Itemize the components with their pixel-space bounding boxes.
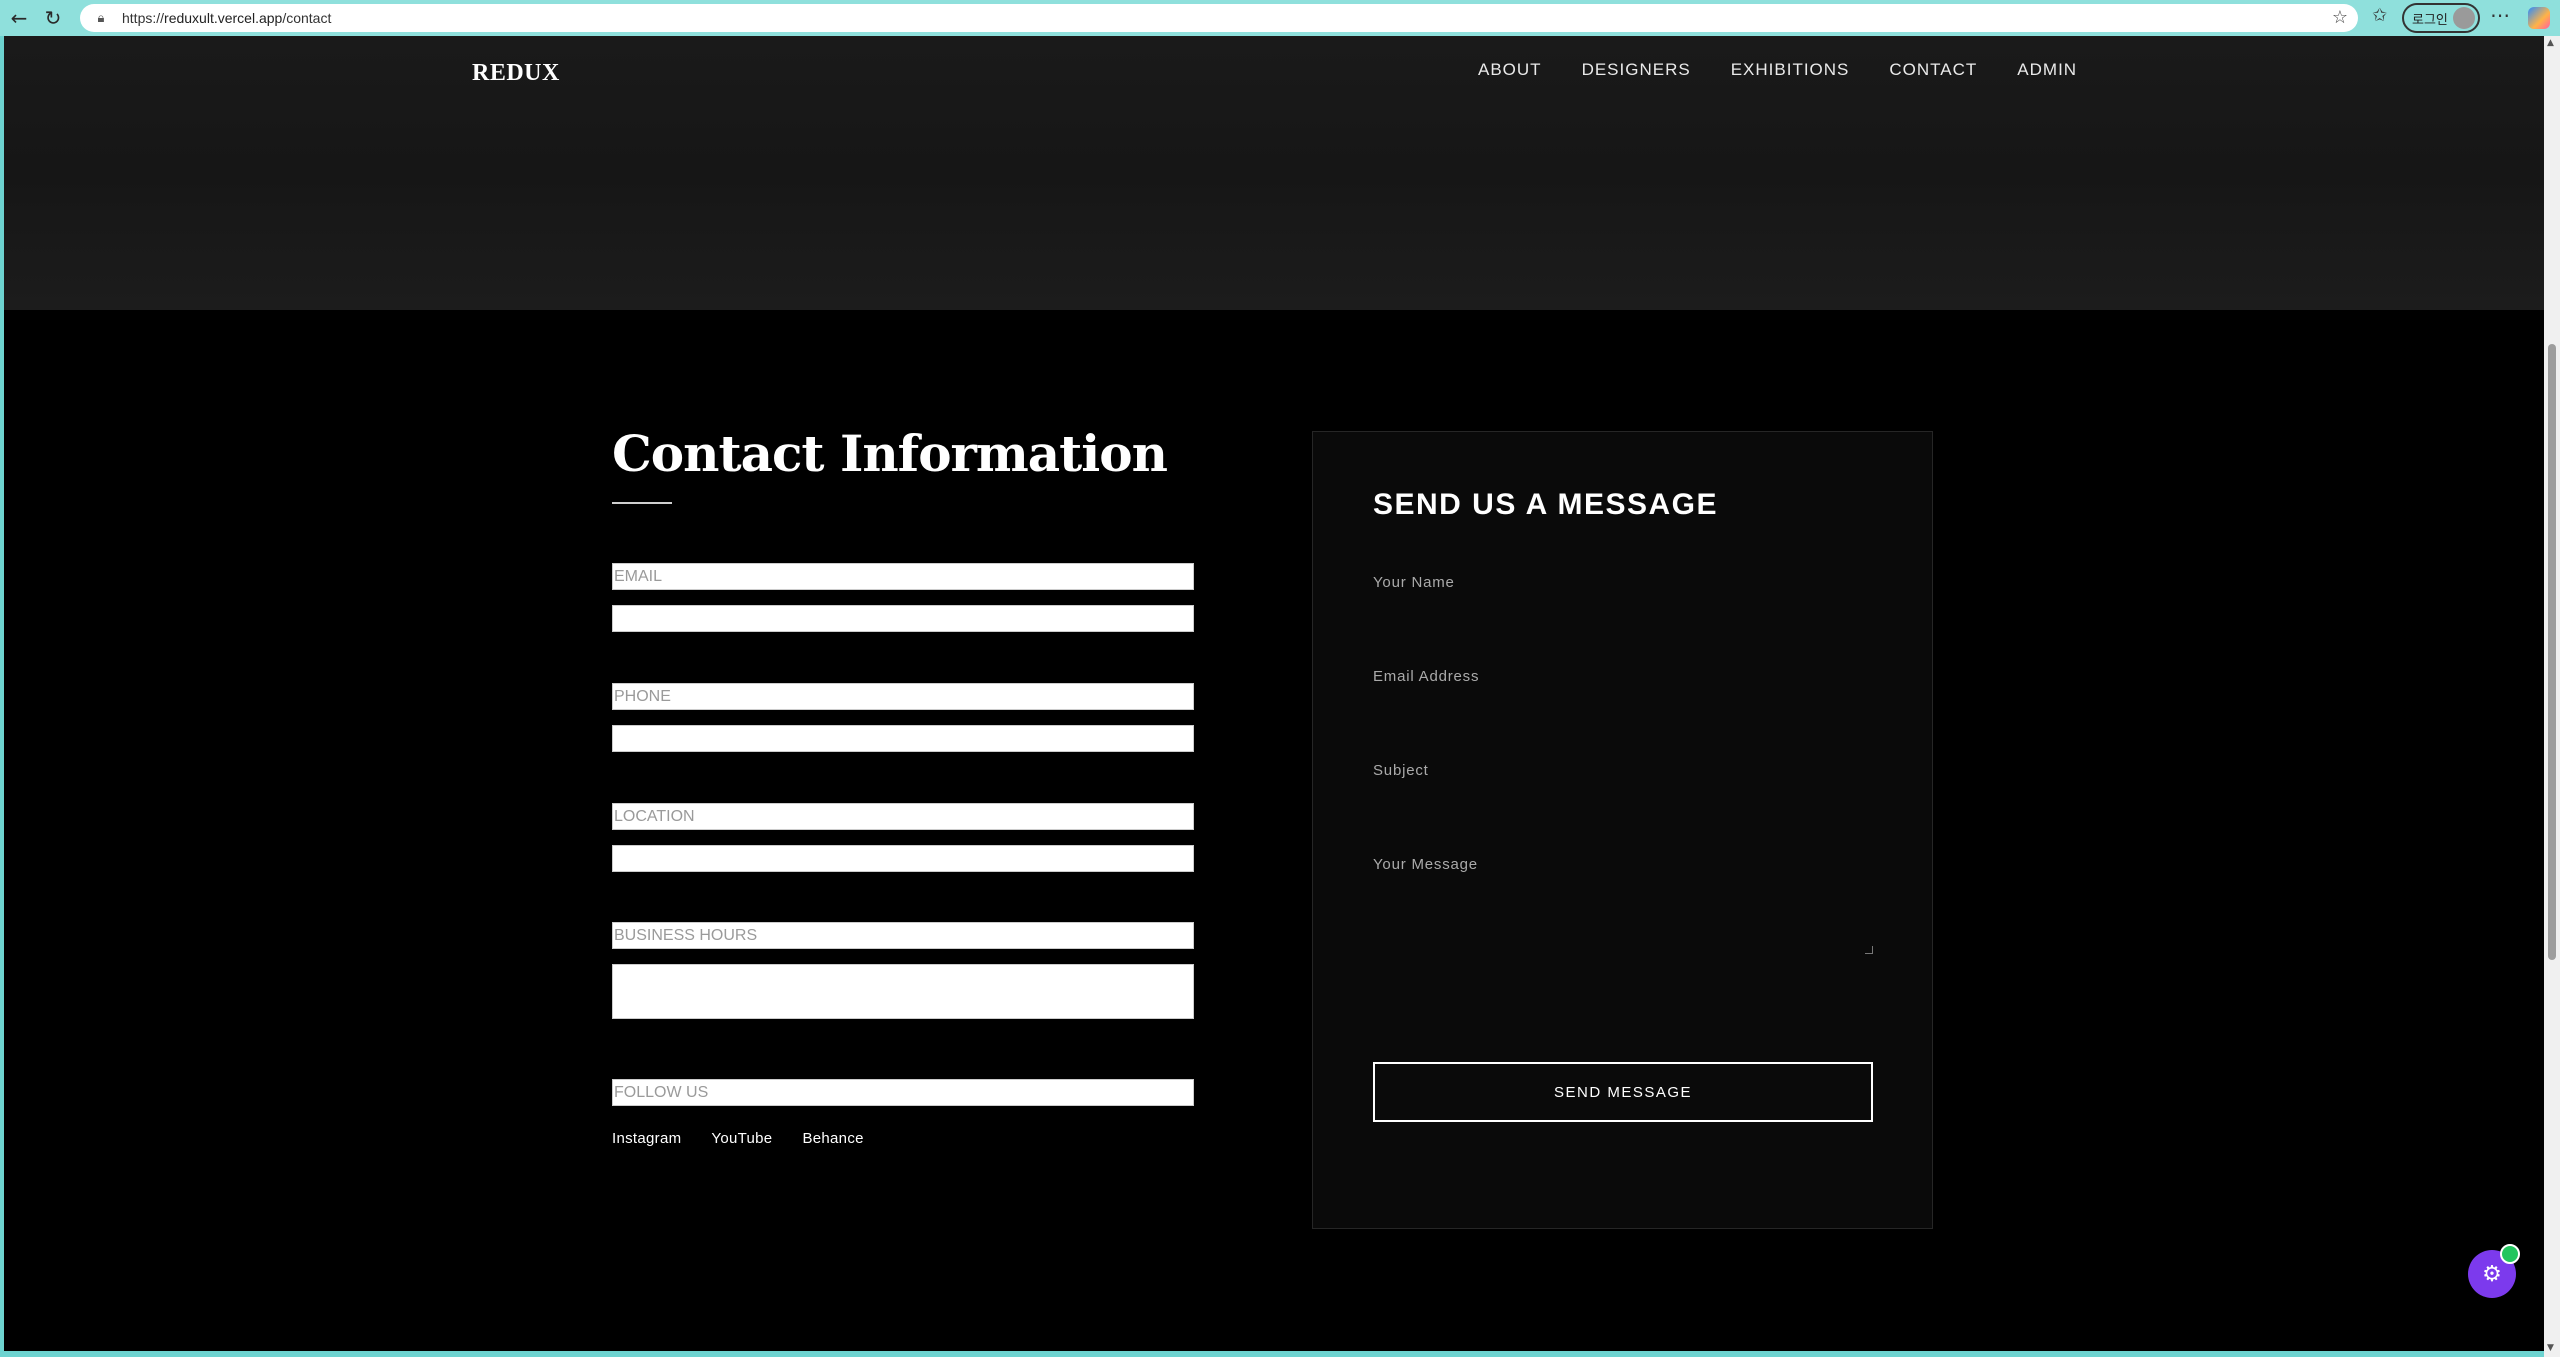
scroll-down-icon[interactable]: ▼ [2547,1343,2554,1353]
page-scrollbar[interactable]: ▲ ▼ [2544,36,2560,1357]
send-message-button[interactable]: SEND MESSAGE [1373,1062,1873,1122]
follow-us-label: FOLLOW US [612,1079,1194,1106]
instagram-link[interactable]: Instagram [612,1130,681,1147]
location-value [612,845,1194,872]
back-arrow-icon[interactable]: ← [2,1,36,35]
youtube-link[interactable]: YouTube [711,1130,772,1147]
email-label: EMAIL [612,563,1194,590]
scrollbar-thumb[interactable] [2548,344,2556,960]
nav-about[interactable]: ABOUT [1478,60,1542,80]
message-form: SEND US A MESSAGE Your Name Email Addres… [1312,431,1933,1229]
phone-value [612,725,1194,752]
business-hours-label: BUSINESS HOURS [612,922,1194,949]
email-input[interactable]: Email Address [1373,668,1873,685]
business-hours-value [612,964,1194,1019]
message-textarea[interactable]: Your Message [1373,856,1873,954]
browser-toolbar: ← ↻ 🔒︎ https://reduxult.vercel.app/conta… [0,0,2560,36]
page-title: Contact Information [612,424,1168,483]
more-icon[interactable]: ⋯ [2490,3,2510,27]
avatar [2453,7,2475,29]
main-nav: ABOUT DESIGNERS EXHIBITIONS CONTACT ADMI… [1478,60,2077,80]
nav-admin[interactable]: ADMIN [2017,60,2077,80]
nav-contact[interactable]: CONTACT [1889,60,1977,80]
title-underline [612,502,672,504]
email-value [612,605,1194,632]
location-label: LOCATION [612,803,1194,830]
login-button[interactable]: 로그인 [2402,3,2480,33]
phone-label: PHONE [612,683,1194,710]
status-badge [2500,1244,2520,1264]
brand-logo[interactable]: REDUX [472,60,560,87]
scroll-up-icon[interactable]: ▲ [2547,38,2554,48]
message-placeholder: Your Message [1373,856,1478,873]
star-icon[interactable]: ☆ [2332,7,2348,28]
behance-link[interactable]: Behance [802,1130,863,1147]
lock-icon[interactable]: 🔒︎ [90,7,112,29]
resize-handle[interactable] [1865,946,1873,954]
social-links: Instagram YouTube Behance [612,1130,894,1147]
page-viewport: REDUX ABOUT DESIGNERS EXHIBITIONS CONTAC… [4,36,2544,1351]
name-input[interactable]: Your Name [1373,574,1873,591]
hero-banner: REDUX ABOUT DESIGNERS EXHIBITIONS CONTAC… [4,36,2544,310]
copilot-icon[interactable] [2528,7,2550,29]
nav-designers[interactable]: DESIGNERS [1582,60,1691,80]
reload-icon[interactable]: ↻ [36,1,70,35]
address-bar[interactable]: 🔒︎ https://reduxult.vercel.app/contact ☆ [80,4,2358,32]
login-label: 로그인 [2412,11,2448,27]
form-title: SEND US A MESSAGE [1373,488,1718,521]
favorites-icon[interactable]: ✩ [2372,5,2387,26]
nav-exhibitions[interactable]: EXHIBITIONS [1731,60,1850,80]
url-text: https://reduxult.vercel.app/contact [122,10,332,26]
subject-input[interactable]: Subject [1373,762,1873,779]
